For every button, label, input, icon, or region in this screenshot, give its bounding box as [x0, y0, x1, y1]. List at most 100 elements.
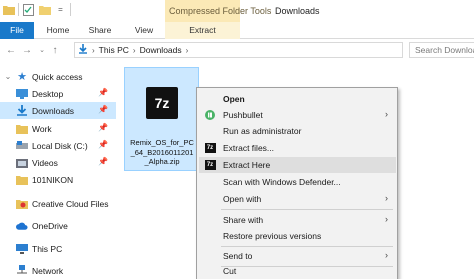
navigation-pane: ⌄ ★ Quick access Desktop 📌 Downloads 📌 W…: [0, 63, 118, 279]
submenu-arrow-icon: ›: [385, 109, 388, 119]
sidebar-item-quick-access[interactable]: ⌄ ★ Quick access: [0, 68, 116, 85]
pin-icon[interactable]: 📌: [98, 105, 108, 114]
toolbar-divider: [70, 3, 71, 16]
folder-icon: [16, 174, 28, 186]
sidebar-item-onedrive[interactable]: OneDrive: [0, 217, 116, 234]
creative-cloud-icon: [16, 198, 28, 210]
search-input[interactable]: Search Downloads: [409, 42, 474, 58]
menu-item-label: Share with: [223, 215, 264, 225]
breadcrumb-separator[interactable]: ›: [92, 46, 95, 55]
7zip-icon: 7z: [203, 159, 217, 171]
videos-folder-icon: [16, 157, 28, 169]
onedrive-icon: [16, 220, 28, 232]
breadcrumb-separator[interactable]: ›: [133, 46, 136, 55]
submenu-arrow-icon: ›: [385, 193, 388, 203]
breadcrumb-this-pc[interactable]: This PC: [99, 45, 129, 55]
menu-item-share-with[interactable]: Share with ›: [199, 212, 396, 228]
tab-home[interactable]: Home: [38, 22, 78, 39]
sidebar-item-label: Creative Cloud Files: [32, 198, 109, 209]
menu-item-scan-windows-defender[interactable]: Scan with Windows Defender...: [199, 174, 396, 190]
7zip-archive-icon: 7z: [146, 87, 178, 119]
sidebar-item-local-disk[interactable]: Local Disk (C:) 📌: [0, 137, 116, 154]
submenu-arrow-icon: ›: [385, 250, 388, 260]
recent-locations-chevron-icon[interactable]: ⌄: [35, 43, 49, 57]
menu-item-label: Open with: [223, 194, 262, 204]
toolbar-divider: [18, 3, 19, 16]
sidebar-item-label: Local Disk (C:): [32, 140, 88, 151]
menu-item-label: Open: [223, 94, 245, 104]
sidebar-item-work[interactable]: Work 📌: [0, 120, 116, 137]
sidebar-item-label: Downloads: [32, 105, 75, 116]
sidebar-item-label: Videos: [32, 157, 58, 168]
title-bar: = Compressed Folder Tools Downloads: [0, 0, 474, 22]
menu-item-label: Restore previous versions: [223, 231, 322, 241]
submenu-arrow-icon: ›: [385, 214, 388, 224]
tab-extract[interactable]: Extract: [165, 22, 240, 39]
archive-icon-text: 7z: [154, 95, 170, 111]
tab-share[interactable]: Share: [80, 22, 120, 39]
pin-icon[interactable]: 📌: [98, 157, 108, 166]
menu-item-label: Cut: [223, 266, 237, 276]
back-arrow-icon[interactable]: ←: [4, 43, 18, 57]
tab-file[interactable]: File: [0, 22, 34, 39]
ribbon-tabs: File Home Share View Extract: [0, 22, 474, 39]
menu-item-cut[interactable]: Cut: [199, 263, 396, 279]
menu-item-pushbullet[interactable]: Pushbullet ›: [199, 107, 396, 123]
menu-item-label: Pushbullet: [223, 110, 263, 120]
file-name-line: _Alpha.zip: [144, 157, 180, 166]
downloads-folder-icon: [16, 105, 28, 117]
forward-arrow-icon[interactable]: →: [20, 43, 34, 57]
file-name-line: Remix_OS_for_PC: [130, 138, 194, 147]
pin-icon[interactable]: 📌: [98, 88, 108, 97]
menu-item-restore-previous-versions[interactable]: Restore previous versions: [199, 228, 396, 244]
downloads-location-icon: [78, 44, 88, 56]
folder-icon[interactable]: [2, 3, 15, 16]
menu-item-send-to[interactable]: Send to ›: [199, 248, 396, 264]
address-bar[interactable]: › This PC › Downloads ›: [74, 42, 403, 58]
sidebar-item-network[interactable]: Network: [0, 262, 116, 279]
quick-access-toolbar: =: [2, 3, 71, 16]
sidebar-item-videos[interactable]: Videos 📌: [0, 154, 116, 171]
new-folder-icon[interactable]: [38, 3, 51, 16]
sidebar-item-downloads[interactable]: Downloads 📌: [0, 102, 116, 119]
menu-item-run-as-administrator[interactable]: Run as administrator: [199, 123, 396, 139]
sidebar-item-label: Quick access: [32, 71, 83, 82]
sidebar-item-this-pc[interactable]: This PC: [0, 240, 116, 257]
sidebar-item-desktop[interactable]: Desktop 📌: [0, 85, 116, 102]
sidebar-item-label: This PC: [32, 243, 63, 254]
sidebar-item-label: Work: [32, 123, 52, 134]
menu-item-label: Extract Here: [223, 160, 271, 170]
address-row: ← → ⌄ ↑ › This PC › Downloads › Search D…: [0, 39, 474, 61]
menu-separator: [221, 246, 393, 247]
drive-icon: [16, 140, 28, 152]
file-item-selected[interactable]: 7z Remix_OS_for_PC _64_B2016011201 _Alph…: [124, 67, 199, 171]
menu-item-open[interactable]: Open: [199, 91, 396, 107]
menu-item-extract-files[interactable]: 7z Extract files...: [199, 140, 396, 156]
breadcrumb-separator[interactable]: ›: [186, 46, 189, 55]
menu-separator: [221, 209, 393, 210]
sidebar-item-label: Desktop: [32, 88, 64, 99]
menu-item-label: Extract files...: [223, 143, 275, 153]
context-tab-group-label: Compressed Folder Tools: [169, 6, 272, 16]
7zip-icon: 7z: [203, 142, 217, 154]
menu-item-label: Send to: [223, 251, 253, 261]
breadcrumb-downloads[interactable]: Downloads: [140, 45, 182, 55]
pin-icon[interactable]: 📌: [98, 140, 108, 149]
chevron-down-icon[interactable]: ⌄: [4, 72, 12, 81]
menu-item-label: Run as administrator: [223, 126, 302, 136]
tab-view[interactable]: View: [124, 22, 164, 39]
up-arrow-icon[interactable]: ↑: [48, 43, 62, 57]
file-name-line: _64_B2016011201: [130, 147, 194, 157]
pin-icon[interactable]: 📌: [98, 123, 108, 132]
sidebar-item-label: OneDrive: [32, 220, 68, 231]
desktop-folder-icon: [16, 88, 28, 100]
sidebar-item-101nikon[interactable]: 101NIKON: [0, 171, 116, 188]
menu-item-label: Scan with Windows Defender...: [223, 177, 341, 187]
customize-toolbar-icon[interactable]: =: [54, 3, 67, 16]
sidebar-item-creative-cloud[interactable]: Creative Cloud Files: [0, 195, 116, 212]
menu-item-extract-here[interactable]: 7z Extract Here: [199, 157, 396, 173]
properties-check-icon[interactable]: [22, 3, 35, 16]
folder-icon: [16, 123, 28, 135]
menu-item-open-with[interactable]: Open with ›: [199, 191, 396, 207]
sidebar-item-label: Network: [32, 265, 64, 276]
